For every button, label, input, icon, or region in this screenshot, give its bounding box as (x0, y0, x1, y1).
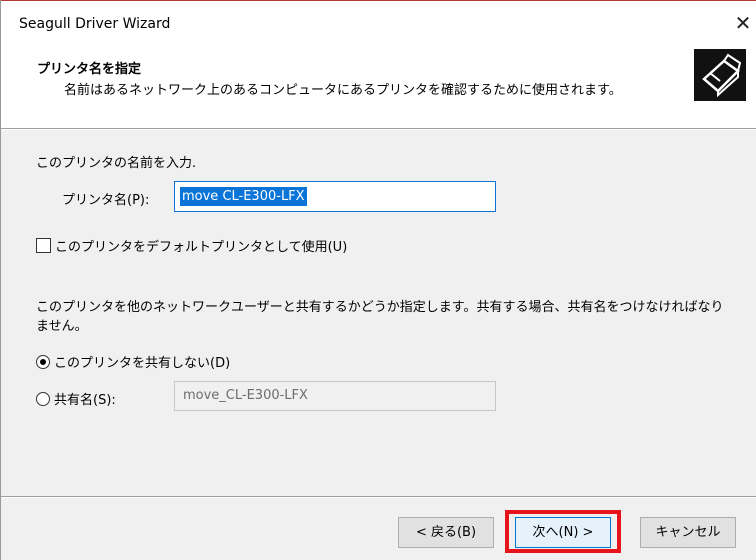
share-label: 共有名(S): (54, 393, 116, 408)
share-radio-option[interactable]: 共有名(S): (36, 389, 116, 408)
default-printer-checkbox[interactable]: このプリンタをデフォルトプリンタとして使用(U) (36, 236, 347, 255)
header-title: プリンタ名を指定 (37, 62, 142, 77)
printer-name-value: move CL-E300-LFX (180, 187, 307, 206)
window-title: Seagull Driver Wizard (19, 16, 171, 32)
title-bar: Seagull Driver Wizard ✕ (1, 1, 756, 45)
no-share-label: このプリンタを共有しない(D) (54, 356, 231, 371)
printer-icon (694, 49, 746, 101)
header-subtitle: 名前はあるネットワーク上のあるコンピュータにあるプリンタを確認するために使用され… (64, 83, 622, 98)
share-name-input[interactable]: move_CL-E300-LFX (174, 381, 496, 411)
printer-name-label: プリンタ名(P): (62, 193, 150, 208)
back-button[interactable]: < 戻る(B) (398, 517, 494, 548)
wizard-window: Seagull Driver Wizard ✕ プリンタ名を指定 名前はあるネッ… (0, 0, 756, 560)
enter-name-label: このプリンタの名前を入力. (36, 156, 197, 171)
share-description: このプリンタを他のネットワークユーザーと共有するかどうか指定します。共有する場合… (36, 300, 724, 334)
no-share-radio[interactable] (36, 355, 50, 369)
share-radio[interactable] (36, 392, 50, 406)
no-share-radio-option[interactable]: このプリンタを共有しない(D) (36, 352, 230, 371)
wizard-header: プリンタ名を指定 名前はあるネットワーク上のあるコンピュータにあるプリンタを確認… (1, 45, 756, 129)
header-divider (1, 129, 756, 130)
next-button-highlight-box (505, 510, 621, 553)
checkbox-box[interactable] (36, 238, 51, 253)
cancel-button[interactable]: キャンセル (640, 517, 736, 548)
footer-divider-highlight (1, 497, 756, 498)
default-printer-label: このプリンタをデフォルトプリンタとして使用(U) (55, 240, 348, 255)
printer-name-input[interactable]: move CL-E300-LFX (174, 181, 496, 212)
close-icon[interactable]: ✕ (729, 9, 756, 37)
